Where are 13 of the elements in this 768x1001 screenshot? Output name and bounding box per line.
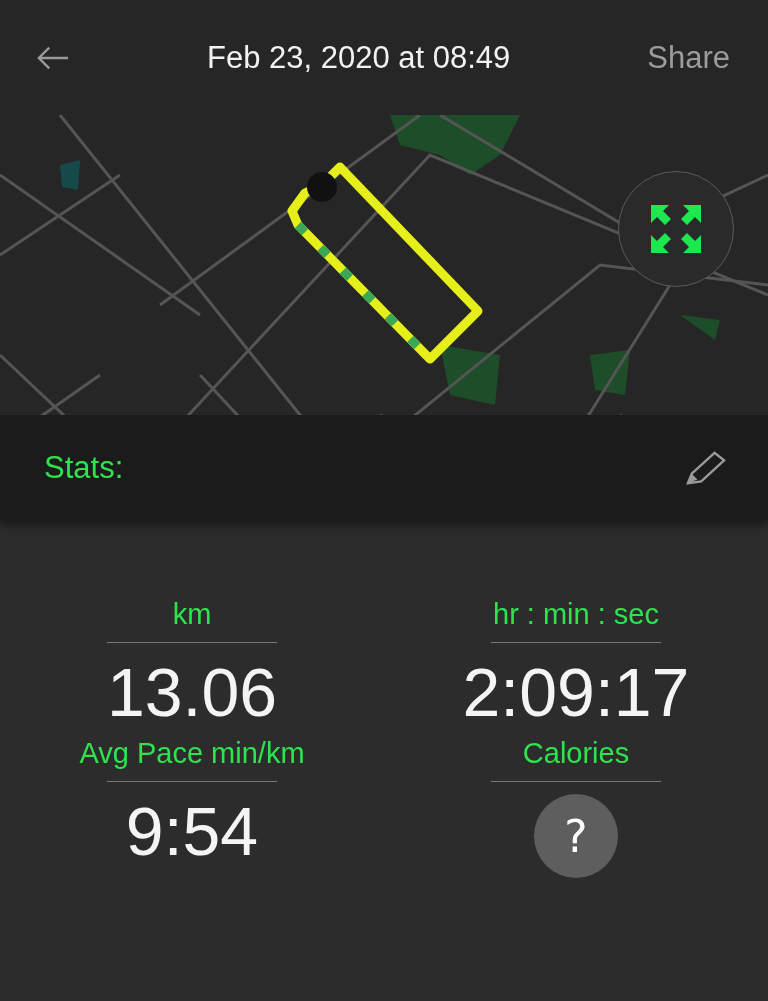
expand-icon bbox=[651, 205, 701, 253]
stat-value: 9:54 bbox=[125, 792, 259, 871]
stat-label: km bbox=[172, 598, 212, 632]
page-title: Feb 23, 2020 at 08:49 bbox=[205, 39, 512, 76]
stat-value: 2:09:17 bbox=[462, 653, 690, 732]
stat-label: Avg Pace min/km bbox=[79, 737, 305, 772]
stat-label: hr : min : sec bbox=[493, 598, 659, 632]
stat-value: 13.06 bbox=[106, 653, 278, 732]
stats-heading: Stats: bbox=[44, 449, 124, 486]
share-button[interactable]: Share bbox=[647, 39, 730, 76]
unknown-value-badge: ? bbox=[534, 794, 618, 879]
pencil-icon[interactable] bbox=[686, 449, 726, 486]
stat-label: Calories bbox=[522, 737, 630, 772]
